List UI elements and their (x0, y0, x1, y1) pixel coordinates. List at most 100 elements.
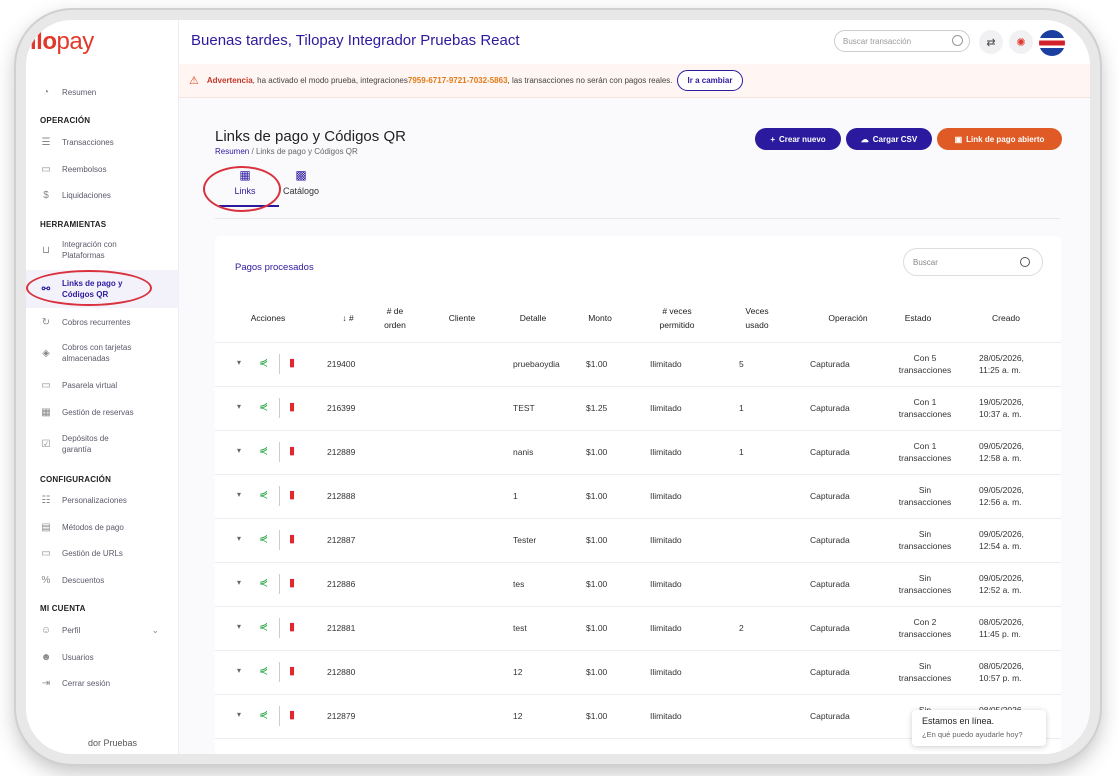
share-icon[interactable]: ⋞ (259, 356, 268, 369)
trash-icon[interactable]: ▮ (289, 488, 295, 501)
expand-arrow-icon[interactable]: ▾ (237, 578, 241, 587)
cell-monto: $1.00 (586, 711, 608, 721)
share-icon[interactable]: ⋞ (259, 708, 268, 721)
cell-usado: 5 (739, 359, 744, 369)
sidebar-item-cobros-tarjetas[interactable]: ◈ Cobros con tarjetas almacenadas (26, 341, 179, 365)
logo-part1: ilo (30, 28, 57, 55)
creado-time: 12:54 a. m. (979, 541, 1022, 551)
sidebar-item-resumen[interactable]: ◔ Resumen (26, 84, 179, 100)
share-icon[interactable]: ⋞ (259, 400, 268, 413)
trash-icon[interactable]: ▮ (289, 532, 295, 545)
trash-icon[interactable]: ▮ (289, 708, 295, 721)
creado-time: 10:37 a. m. (979, 409, 1022, 419)
sidebar-item-descuentos[interactable]: % Descuentos (26, 572, 179, 588)
sidebar-item-perfil[interactable]: ☺ Perfil ⌄ (26, 622, 179, 638)
breadcrumb-root[interactable]: Resumen (215, 147, 249, 156)
trash-icon[interactable]: ▮ (289, 400, 295, 413)
cell-monto: $1.00 (586, 359, 608, 369)
cell-monto: $1.00 (586, 447, 608, 457)
test-mode-warning: ⚠ Advertencia , ha activado el modo prue… (179, 64, 1090, 98)
expand-arrow-icon[interactable]: ▾ (237, 358, 241, 367)
expand-arrow-icon[interactable]: ▾ (237, 402, 241, 411)
page-title: Links de pago y Códigos QR (215, 128, 406, 145)
creado-time: 12:56 a. m. (979, 497, 1022, 507)
flag-icon[interactable] (1039, 30, 1065, 56)
transaction-search-input[interactable]: Buscar transacción (834, 30, 970, 52)
share-icon[interactable]: ⋞ (259, 444, 268, 457)
open-payment-link-label: Link de pago abierto (966, 134, 1045, 144)
expand-arrow-icon[interactable]: ▾ (237, 446, 241, 455)
sidebar-item-usuarios[interactable]: ☻ Usuarios (26, 649, 179, 665)
warning-label: Advertencia (206, 76, 253, 85)
expand-arrow-icon[interactable]: ▾ (237, 490, 241, 499)
section-configuracion: CONFIGURACIÓN (40, 475, 112, 484)
expand-arrow-icon[interactable]: ▾ (237, 622, 241, 631)
cell-monto: $1.25 (586, 403, 608, 413)
share-icon[interactable]: ⋞ (259, 664, 268, 677)
tab-catalogo[interactable]: ▩ Catálogo (271, 168, 331, 196)
action-divider (279, 706, 280, 726)
cell-id: 212889 (327, 447, 356, 457)
sidebar-item-transacciones[interactable]: ☰ Transacciones (26, 134, 179, 150)
calendar-icon: ▦ (41, 406, 51, 418)
creado-date: 08/05/2026, (979, 661, 1024, 671)
sidebar-item-pasarela-virtual[interactable]: ▭ Pasarela virtual (26, 377, 179, 393)
create-new-button[interactable]: + Crear nuevo (755, 128, 841, 150)
header-orden: # de orden (384, 306, 406, 330)
sidebar-item-cerrar-sesion[interactable]: ⇥ Cerrar sesión (26, 675, 179, 691)
cell-permitido: Ilimitado (650, 667, 682, 677)
cell-permitido: Ilimitado (650, 491, 682, 501)
chat-widget[interactable]: Estamos en línea. ¿En qué puedo ayudarle… (912, 710, 1046, 746)
trash-icon[interactable]: ▮ (289, 664, 295, 677)
open-payment-link-button[interactable]: ▣ Link de pago abierto (937, 128, 1062, 150)
estado-line-1: Con 5 (913, 353, 937, 363)
sidebar-item-cobros-recurrentes[interactable]: ↻ Cobros recurrentes (26, 314, 179, 330)
logout-icon: ⇥ (41, 677, 51, 689)
estado-line-2: transacciones (898, 629, 952, 639)
sidebar-item-gestion-reservas[interactable]: ▦ Gestión de reservas (26, 404, 179, 420)
cell-id: 212880 (327, 667, 356, 677)
go-change-button[interactable]: Ir a cambiar (676, 70, 744, 91)
trash-icon[interactable]: ▮ (289, 444, 295, 457)
expand-arrow-icon[interactable]: ▾ (237, 534, 241, 543)
cell-creado: 28/05/2026, 11:25 a. m. (979, 352, 1024, 376)
sparkle-icon[interactable]: ✺ (1009, 30, 1033, 54)
sidebar-item-depositos[interactable]: ☑ Depósitos de garantía (26, 432, 179, 456)
share-icon[interactable]: ⋞ (259, 488, 268, 501)
table-search-input[interactable]: Buscar (903, 248, 1043, 276)
sidebar-item-reembolsos[interactable]: ▭ Reembolsos (26, 161, 179, 177)
cloud-upload-icon: ☁ (860, 134, 869, 144)
check-square-icon: ☑ (41, 438, 51, 450)
trash-icon[interactable]: ▮ (289, 356, 295, 369)
share-icon[interactable]: ⋞ (259, 576, 268, 589)
cell-creado: 08/05/2026, 10:57 p. m. (979, 660, 1024, 684)
expand-arrow-icon[interactable]: ▾ (237, 666, 241, 675)
share-icon[interactable]: ⋞ (259, 532, 268, 545)
tab-links[interactable]: ▦ Links (215, 168, 275, 196)
cell-creado: 08/05/2026, 11:45 p. m. (979, 616, 1024, 640)
creado-time: 11:45 p. m. (979, 629, 1021, 639)
swap-icon[interactable]: ⇄ (979, 30, 1003, 54)
cell-creado: 09/05/2026, 12:56 a. m. (979, 484, 1024, 508)
creado-date: 28/05/2026, (979, 353, 1024, 363)
sidebar-item-label: Links de pago y Códigos QR (62, 279, 123, 299)
sidebar-item-links-de-pago[interactable]: ⚯ Links de pago y Códigos QR (26, 270, 179, 308)
upload-csv-button[interactable]: ☁ Cargar CSV (846, 128, 932, 150)
trash-icon[interactable]: ▮ (289, 620, 295, 633)
sidebar-item-integracion[interactable]: ⊔ Integración con Plataformas (26, 238, 179, 262)
tilopay-logo[interactable]: ilopay (30, 28, 94, 56)
cell-operacion: Capturada (810, 359, 850, 369)
cell-monto: $1.00 (586, 667, 608, 677)
cell-detalle: tes (513, 579, 525, 589)
estado-line-2: transacciones (898, 673, 952, 683)
header-monto: Monto (588, 313, 612, 323)
sidebar-item-label: Descuentos (62, 575, 105, 585)
sidebar-item-gestion-urls[interactable]: ▭ Gestión de URLs (26, 545, 179, 561)
share-icon[interactable]: ⋞ (259, 620, 268, 633)
sidebar-item-metodos-pago[interactable]: ▤ Métodos de pago (26, 519, 179, 535)
sidebar-item-liquidaciones[interactable]: $ Liquidaciones (26, 187, 179, 203)
expand-arrow-icon[interactable]: ▾ (237, 710, 241, 719)
sidebar-item-personalizaciones[interactable]: ☷ Personalizaciones (26, 492, 179, 508)
header-number-sort[interactable]: ↓ # (333, 311, 363, 325)
trash-icon[interactable]: ▮ (289, 576, 295, 589)
